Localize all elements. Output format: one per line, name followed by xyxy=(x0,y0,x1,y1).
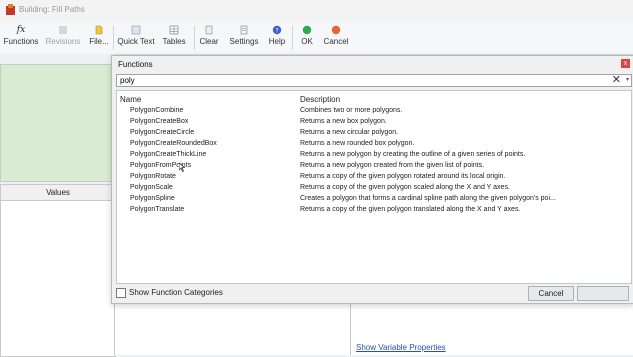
functions-dialog: Functions x poly ✕ ▾ Name Description Po… xyxy=(111,55,633,304)
toolbar-separator xyxy=(194,26,195,50)
revisions-button[interactable]: Revisions xyxy=(45,23,81,51)
quick-text-button[interactable]: Quick Text xyxy=(117,23,155,51)
functions-button[interactable]: fx Functions xyxy=(3,23,39,51)
svg-text:?: ? xyxy=(275,27,278,34)
column-header-description[interactable]: Description xyxy=(300,95,340,104)
function-list: Name Description PolygonCombine Combines … xyxy=(116,90,632,284)
cancel-button[interactable]: Cancel xyxy=(528,286,574,301)
quick-text-icon xyxy=(131,25,141,35)
show-variable-properties-link[interactable]: Show Variable Properties xyxy=(356,343,446,352)
list-item[interactable]: PolygonCreateRoundedBox Returns a new rou… xyxy=(117,139,631,150)
chevron-down-icon[interactable]: ▾ xyxy=(626,75,629,86)
clear-icon xyxy=(205,25,213,35)
list-item[interactable]: PolygonTranslate Returns a copy of the gi… xyxy=(117,205,631,216)
list-item[interactable]: PolygonCreateCircle Returns a new circula… xyxy=(117,128,631,139)
show-categories-checkbox[interactable] xyxy=(116,288,126,298)
toolbar-separator xyxy=(292,26,293,50)
dialog-title: Functions xyxy=(118,60,153,69)
help-icon: ? xyxy=(272,25,282,34)
window-title: Building: Fill Paths xyxy=(19,5,85,14)
column-header-name[interactable]: Name xyxy=(120,95,141,104)
lower-pane xyxy=(114,300,351,355)
clear-search-icon[interactable]: ✕ xyxy=(612,74,621,86)
list-item[interactable]: PolygonCreateThickLine Returns a new poly… xyxy=(117,150,631,161)
function-icon: fx xyxy=(16,25,26,35)
list-item[interactable]: PolygonRotate Returns a copy of the given… xyxy=(117,172,631,183)
list-item[interactable]: PolygonScale Returns a copy of the given … xyxy=(117,183,631,194)
close-icon[interactable]: x xyxy=(621,59,630,68)
toolbar: fx Functions Revisions File... Quick Tex… xyxy=(0,21,633,55)
list-item[interactable]: PolygonCreateBox Returns a new box polygo… xyxy=(117,117,631,128)
function-search-input[interactable]: poly ✕ ▾ xyxy=(116,74,632,87)
file-icon xyxy=(95,25,103,35)
cancel-toolbar-button[interactable]: Cancel xyxy=(323,23,349,51)
cancel-icon xyxy=(331,25,341,35)
ok-icon xyxy=(302,25,312,35)
revisions-icon xyxy=(59,26,67,34)
list-item[interactable]: PolygonCombine Combines two or more polyg… xyxy=(117,106,631,117)
ok-dialog-button[interactable] xyxy=(577,286,629,301)
settings-button[interactable]: Settings xyxy=(229,23,259,51)
ok-button[interactable]: OK xyxy=(298,23,316,51)
toolbar-separator xyxy=(113,26,114,50)
window-titlebar: Building: Fill Paths xyxy=(0,0,633,21)
tables-button[interactable]: Tables xyxy=(162,23,186,51)
file-button[interactable]: File... xyxy=(88,23,110,51)
preview-pane xyxy=(0,64,116,182)
help-button[interactable]: ? Help xyxy=(268,23,286,51)
search-value: poly xyxy=(120,76,135,85)
app-logo-icon xyxy=(6,4,15,15)
clear-button[interactable]: Clear xyxy=(199,23,219,51)
values-header: Values xyxy=(0,184,116,201)
show-categories-label: Show Function Categories xyxy=(129,288,223,297)
list-item[interactable]: PolygonFromPoints Returns a new polygon c… xyxy=(117,161,631,172)
values-pane xyxy=(0,200,116,357)
mouse-cursor-icon xyxy=(179,163,185,172)
table-icon xyxy=(169,25,179,35)
list-item[interactable]: PolygonSpline Creates a polygon that form… xyxy=(117,194,631,205)
settings-icon xyxy=(240,25,248,35)
